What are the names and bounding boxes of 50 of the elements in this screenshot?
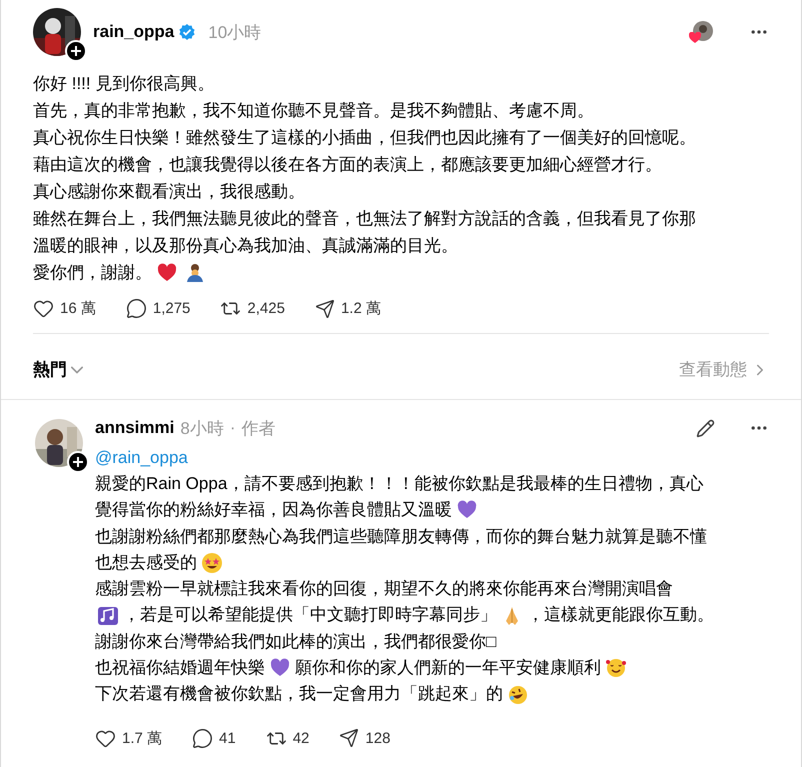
music-notes-icon [97,604,119,627]
post-text: ，若是可以希望能提供「中文聽打即時字幕同步」 [123,604,497,626]
send-icon [339,728,360,748]
mention-link[interactable]: @rain_oppa [95,445,188,471]
post-text: 謝謝你來台灣帶給我們如此棒的演出，我們都很愛你□ [95,630,496,653]
post-text: 願你和你的家人們新的一年平安健康順利 [295,657,601,680]
post-text: 溫暖的眼神，以及那份真心為我加油、真誠滿滿的目光。 [33,235,458,257]
post-text: 你好 !!!! 見到你很高興。 [33,73,214,95]
reply-button[interactable]: 41 [192,728,236,749]
share-button[interactable]: 1.2 萬 [314,298,381,318]
post-text: 真心感謝你來觀看演出，我很感動。 [33,181,305,203]
repost-button[interactable]: 2,425 [220,298,285,319]
post-text: 真心祝你生日快樂！雖然發生了這樣的小插曲，但我們也因此擁有了一個美好的回憶呢。 [33,127,696,149]
follow-plus-icon[interactable] [65,40,87,62]
share-button[interactable]: 128 [339,728,390,748]
edit-icon[interactable] [696,418,715,438]
post-text: 首先，真的非常抱歉，我不知道你聽不見聲音。是我不夠體貼、考慮不周。 [33,100,594,122]
post-text: ，這樣就更能跟你互動。 [527,604,714,626]
like-button[interactable]: 16 萬 [33,298,96,319]
send-icon [314,298,335,318]
laughing-face-icon [507,684,529,706]
smiling-face-hearts-icon [605,657,627,680]
comment-icon [126,298,147,319]
post-text: 也祝福你結婚週年快樂 [95,657,265,680]
star-eyes-face-icon [201,552,223,574]
post-time: 10小時 [208,22,262,44]
separator-dot: · [230,418,236,438]
post-text: 感謝雲粉一早就標註我來看你的回復，期望不久的將來你能再來台灣開演唱會 [95,578,673,600]
repost-button[interactable]: 42 [266,728,310,749]
reply-button[interactable]: 1,275 [126,298,190,319]
post-text: 親愛的Rain Oppa，請不要感到抱歉！！！能被你欽點是我最棒的生日禮物，真心 [95,473,704,495]
reply-time: 8小時 [180,418,224,440]
post-text: 覺得當你的粉絲好幸福，因為你善良體貼又溫暖 [95,499,452,522]
post-text: 雖然在舞台上，我們無法聽見彼此的聲音，也無法了解對方說話的含義，但我看見了你那 [33,208,696,230]
chevron-down-icon [71,366,83,374]
author-name[interactable]: rain_oppa [93,22,174,42]
heart-icon [33,298,54,319]
post-text: 愛你們，謝謝。 [33,262,152,284]
post-text: 也想去感受的 [95,552,197,574]
heart-icon [95,728,116,749]
follow-plus-icon[interactable] [67,451,89,473]
post-text: 下次若還有機會被你欽點，我一定會用力「跳起來」的 [95,683,503,706]
author-name[interactable]: annsimmi [95,418,174,438]
author-label: 作者 [242,418,276,440]
sort-dropdown[interactable]: 熱門 [33,358,83,381]
post-text: 也謝謝粉絲們都那麼熱心為我們這些聽障朋友轉傳，而你的舞台魅力就算是聽不懂 [95,526,707,548]
like-button[interactable]: 1.7 萬 [95,728,162,749]
post-text: 藉由這次的機會，也讓我覺得以後在各方面的表演上，都應該要更加細心經營才行。 [33,154,662,176]
comment-icon [192,728,214,749]
bowing-figure-icon [184,262,206,284]
